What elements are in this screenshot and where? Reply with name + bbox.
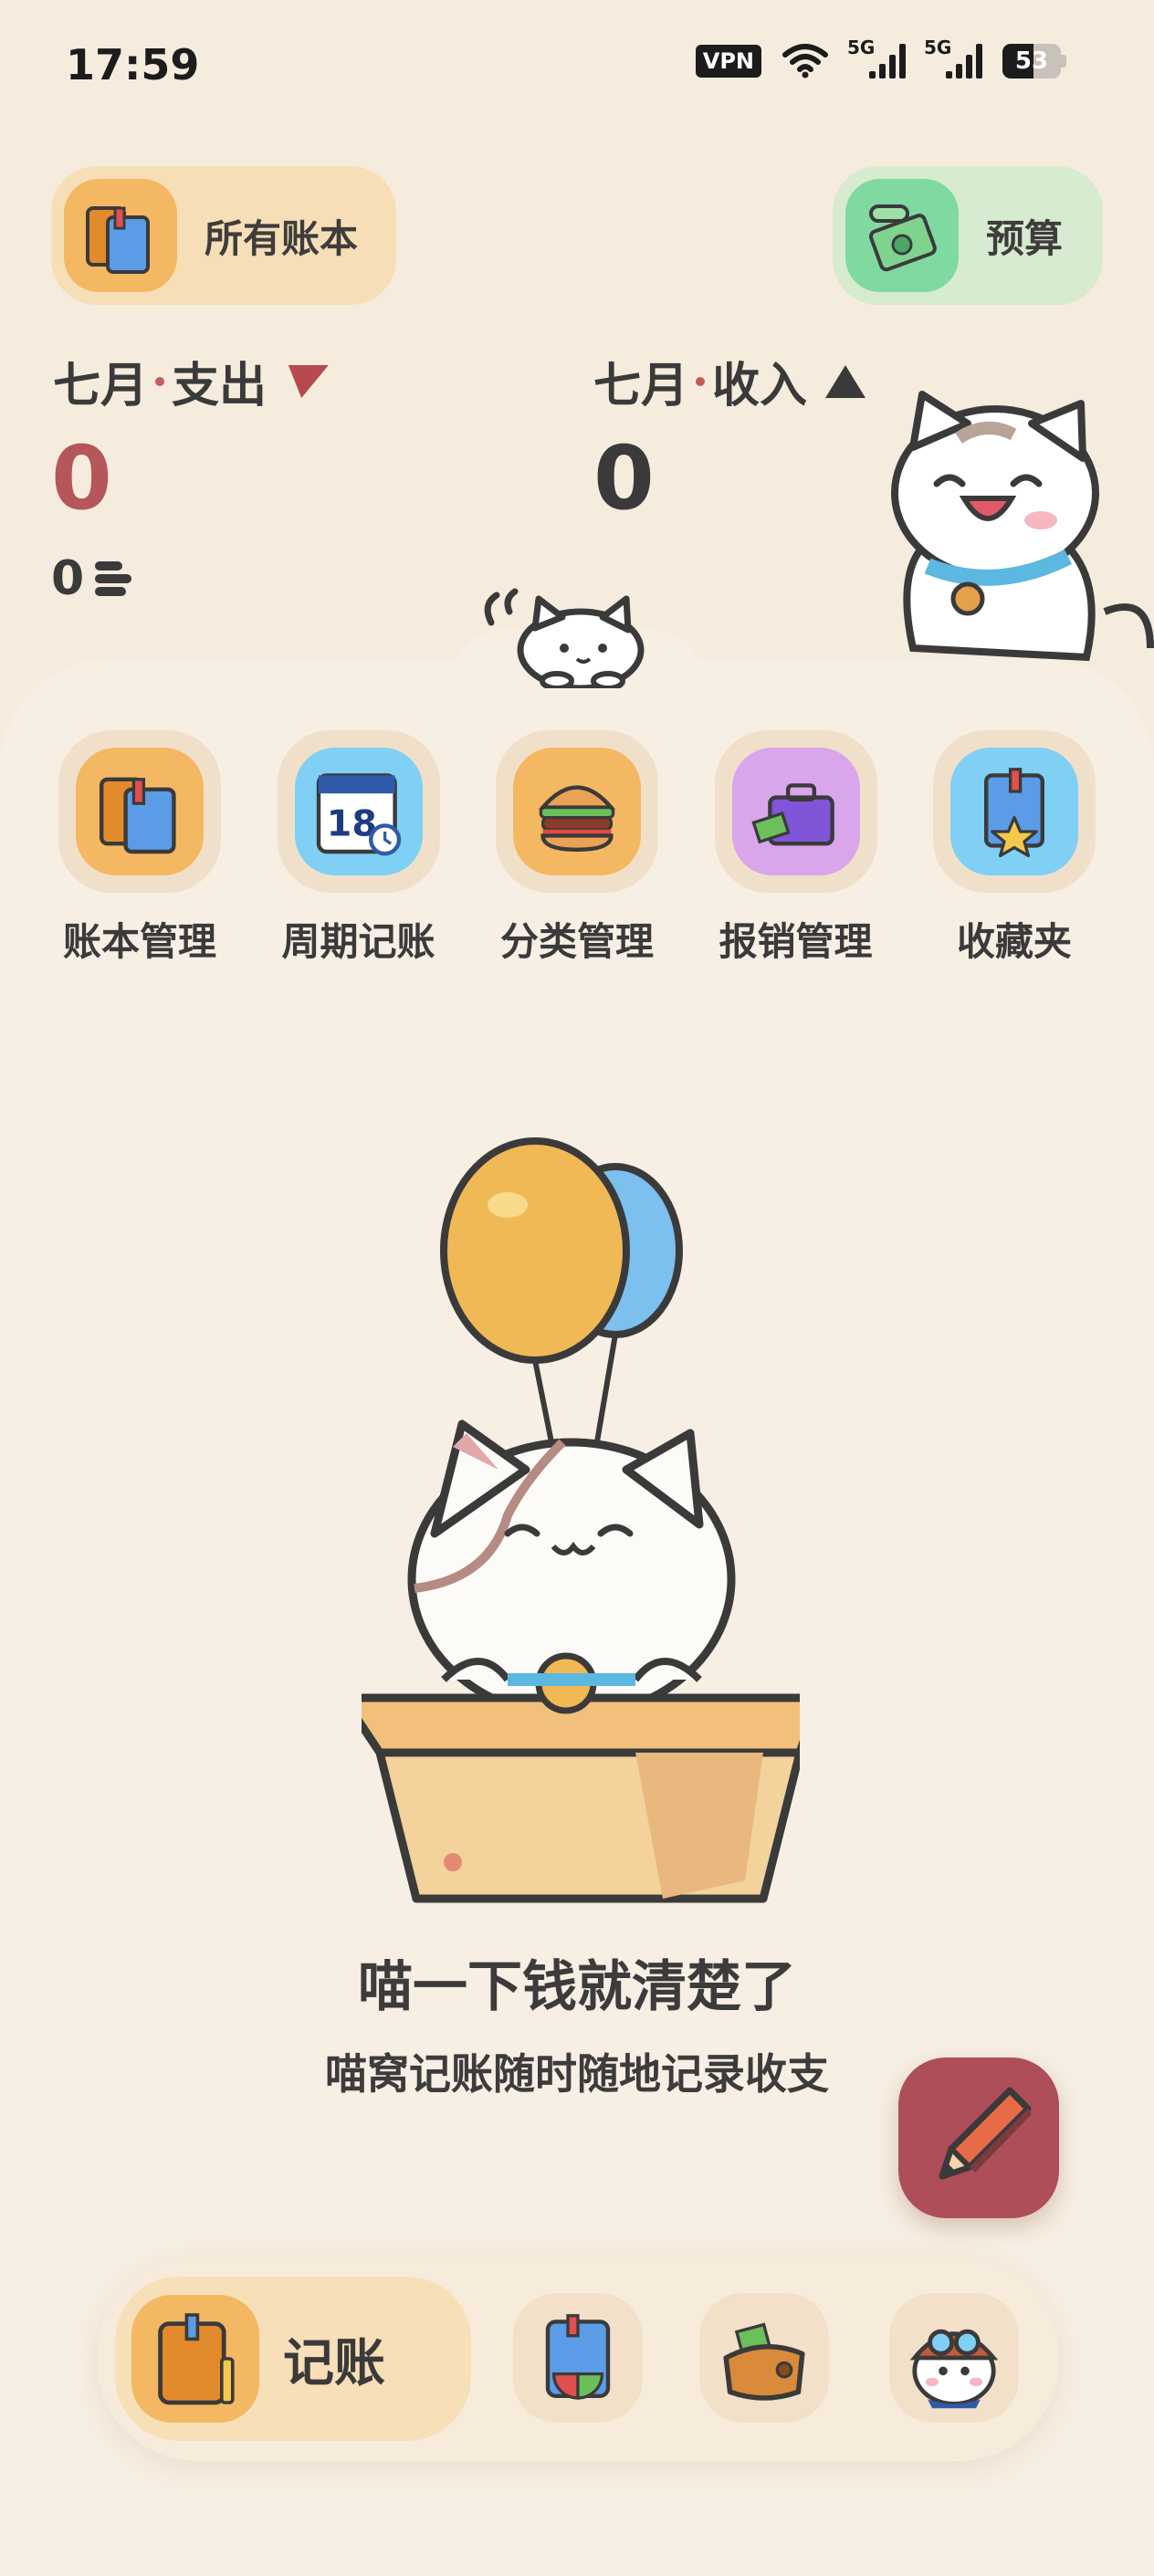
signal-icon-2: 5G <box>924 37 982 79</box>
budget-label: 预算 <box>986 215 1064 261</box>
star-book-icon <box>950 748 1078 875</box>
balloon-cat-illustration <box>362 1137 800 1903</box>
pencil-icon <box>939 2087 1032 2180</box>
peeking-cat-icon <box>484 588 645 688</box>
all-books-label: 所有账本 <box>205 215 359 261</box>
income-value: 0 <box>593 427 655 529</box>
list-icon <box>95 558 132 600</box>
wallet-icon <box>723 2322 805 2401</box>
expense-title[interactable]: 七月 支出 <box>53 347 329 415</box>
calendar-icon: 18 <box>294 748 423 875</box>
books-icon <box>76 748 204 875</box>
shortcut-recurring[interactable]: 18 周期记账 <box>256 730 462 967</box>
shortcut-category[interactable]: 分类管理 <box>474 730 680 967</box>
nav-bookkeeping[interactable]: 记账 <box>115 2277 471 2441</box>
expense-value: 0 <box>51 427 112 529</box>
income-title[interactable]: 七月 收入 <box>593 347 866 415</box>
shortcut-grid: 账本管理 18 周期记账 分类管理 报销管理 收藏夹 <box>37 730 1117 967</box>
budget-button[interactable]: 预算 <box>833 166 1103 305</box>
signal-icon: 5G <box>847 37 906 79</box>
nav-bookkeeping-label: 记账 <box>283 2333 385 2393</box>
pilot-cat-icon <box>909 2329 999 2409</box>
expense-count: 0 <box>51 551 132 606</box>
nav-profile[interactable] <box>889 2293 1019 2423</box>
expense-filter-icon <box>281 364 329 398</box>
wifi-icon <box>782 44 828 79</box>
income-filter-icon <box>825 364 866 398</box>
shortcut-book-management[interactable]: 账本管理 <box>37 730 243 967</box>
books-icon <box>64 179 177 292</box>
add-record-button[interactable] <box>898 2058 1059 2218</box>
shortcut-favorites[interactable]: 收藏夹 <box>911 730 1117 967</box>
all-books-button[interactable]: 所有账本 <box>51 166 396 305</box>
battery-icon: 53 <box>1002 44 1066 79</box>
status-icons: VPN 5G 5G 53 <box>695 37 1066 79</box>
waving-cat-illustration <box>891 391 1154 662</box>
nav-statistics[interactable] <box>513 2293 643 2423</box>
nav-wallet[interactable] <box>699 2293 829 2423</box>
stats-book-icon <box>545 2314 611 2400</box>
shortcut-reimbursement[interactable]: 报销管理 <box>693 730 899 967</box>
briefcase-icon <box>731 748 860 875</box>
vpn-icon: VPN <box>695 45 761 78</box>
money-roll-icon <box>845 179 959 292</box>
status-time: 17:59 <box>66 40 200 89</box>
bookkeeping-icon <box>131 2295 259 2423</box>
empty-title: 喵一下钱就清楚了 <box>358 1955 796 2019</box>
burger-icon <box>513 748 641 875</box>
